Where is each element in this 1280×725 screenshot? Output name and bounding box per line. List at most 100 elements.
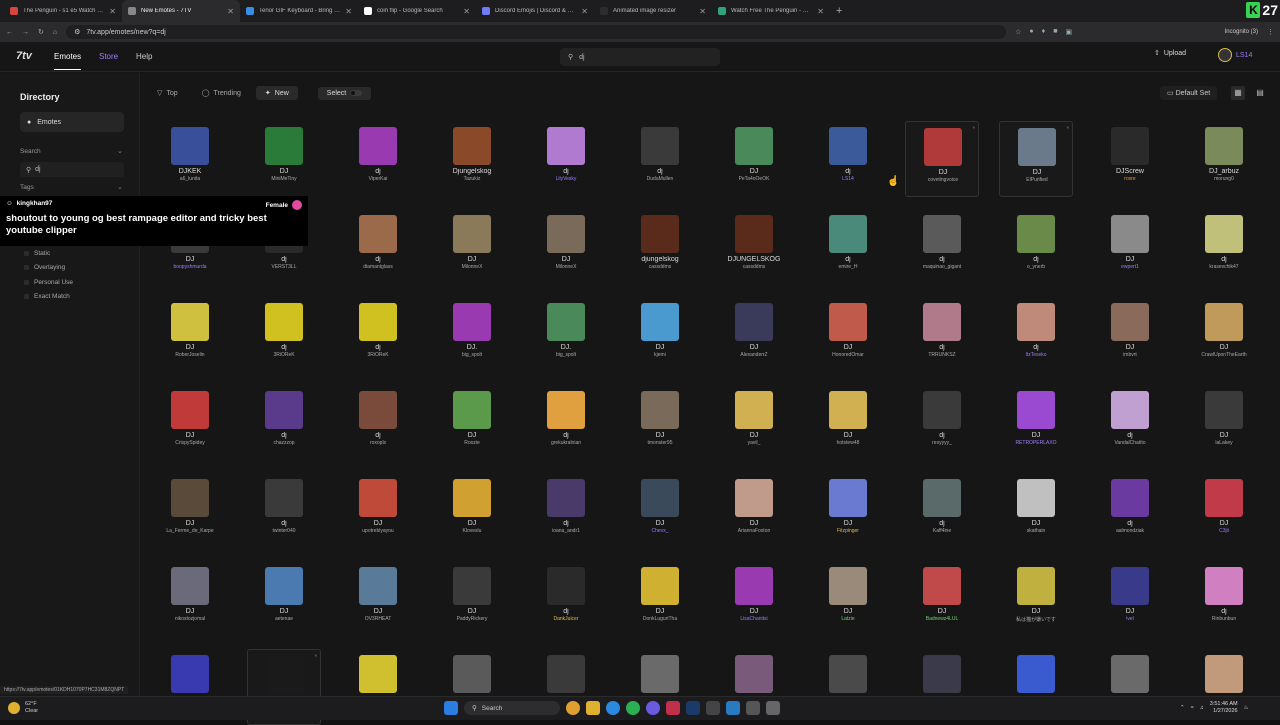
home-icon[interactable]: ⌂ (53, 29, 57, 36)
emote-card[interactable]: dj emire_H (811, 209, 885, 285)
emote-card[interactable]: dj roxopls (341, 385, 415, 461)
close-icon[interactable]: ✕ (699, 7, 706, 16)
emote-owner[interactable]: tmonster95 (617, 440, 703, 446)
emote-card[interactable]: DJ HonoredOmar (811, 297, 885, 373)
emote-owner[interactable]: Rinbunbun (1181, 616, 1267, 622)
emote-card[interactable]: dj grekukralnian (529, 385, 603, 461)
emote-owner[interactable]: DonkLuguriTha (617, 616, 703, 622)
emote-owner[interactable]: RoberJoselin (147, 352, 233, 358)
emote-card[interactable]: DJ RoberJoselin (153, 297, 227, 373)
spotify-icon[interactable] (626, 701, 640, 715)
checkbox[interactable] (24, 294, 29, 299)
extension-icon[interactable]: ♦ (1042, 28, 1046, 36)
filter-personal-use[interactable]: Personal Use (24, 279, 73, 286)
emote-owner[interactable]: ElPurified (994, 177, 1080, 183)
emote-owner[interactable]: maquinao_gigant (899, 264, 985, 270)
emote-owner[interactable]: Chevx_ (617, 528, 703, 534)
emote-card[interactable]: djungelskog cassddms (623, 209, 697, 285)
emote-card[interactable]: DJ laLakey (1187, 385, 1261, 461)
edge-icon[interactable] (606, 701, 620, 715)
emote-owner[interactable]: TRRUNKSZ (899, 352, 985, 358)
emote-owner[interactable]: LilyVesky (523, 176, 609, 182)
emote-card[interactable]: DJ CrispySpidey (153, 385, 227, 461)
nav-emotes[interactable]: Emotes (54, 52, 82, 70)
volume-icon[interactable]: ♫ (1200, 705, 1204, 711)
emote-card[interactable]: ♦ DJ covetingvoice (905, 121, 979, 197)
chrome-icon[interactable] (566, 701, 580, 715)
chevron-down-icon[interactable]: ⌄ (117, 147, 123, 155)
emote-owner[interactable]: AlexanderrZ (711, 352, 797, 358)
emote-card[interactable]: DJ MilonneX (435, 209, 509, 285)
emote-owner[interactable]: roxre (1087, 176, 1173, 182)
emote-owner[interactable]: morung0 (1181, 176, 1267, 182)
emote-owner[interactable]: 3RiOReK (241, 352, 327, 358)
emote-card[interactable]: DJ kjemi (623, 297, 697, 373)
filter-exact-match[interactable]: Exact Match (24, 293, 70, 300)
emote-card[interactable]: DJ hotstew48 (811, 385, 885, 461)
nav-store[interactable]: Store (99, 52, 118, 61)
menu-dots-icon[interactable]: ⋮ (1267, 28, 1274, 36)
emote-card[interactable]: dj TRRUNKSZ (905, 297, 979, 373)
emote-card[interactable]: DJ tmonster95 (623, 385, 697, 461)
emote-card[interactable]: DJ DonkLuguriTha (623, 561, 697, 637)
emote-owner[interactable]: RETROPERLAXO (993, 440, 1079, 446)
browser-tab[interactable]: The Penguin - s1 e5 Watch Fre ✕ (4, 0, 122, 22)
emote-owner[interactable]: hotstew48 (805, 440, 891, 446)
emote-card[interactable]: DJ. big_spolt (435, 297, 509, 373)
windows-start-icon[interactable] (444, 701, 458, 715)
emote-owner[interactable]: roxopls (335, 440, 421, 446)
url-field[interactable]: ⚙ 7tv.app/emotes/new?q=dj (66, 25, 1007, 39)
emote-owner[interactable]: aetenae (241, 616, 327, 622)
chevron-down-icon[interactable]: ⌄ (117, 183, 123, 191)
emote-owner[interactable]: ioana_andr1 (523, 528, 609, 534)
forward-icon[interactable]: → (22, 29, 29, 36)
checkbox[interactable] (24, 251, 29, 256)
emote-card[interactable]: dj o_ynerb (999, 209, 1073, 285)
tab-top[interactable]: ▽ Top (148, 86, 187, 100)
emote-owner[interactable]: imbvrt (1087, 352, 1173, 358)
browser-tab[interactable]: Discord Emojis | Discord & Slac ✕ (476, 0, 594, 22)
emote-owner[interactable]: Tazukiz (429, 176, 515, 182)
emote-owner[interactable]: CrawlUponTheEarth (1181, 352, 1267, 358)
emote-owner[interactable]: LisaChanitsi (711, 616, 797, 622)
emote-card[interactable]: DJ_arbuz morung0 (1187, 121, 1261, 197)
emote-owner[interactable]: cassddms (711, 264, 797, 270)
clock[interactable]: 3:51:46 AM 1/27/2026 (1210, 701, 1238, 715)
tab-trending[interactable]: ◯ Trending (193, 86, 250, 100)
emote-owner[interactable]: 3RiOReK (335, 352, 421, 358)
nav-help[interactable]: Help (136, 52, 152, 61)
emote-card[interactable]: dj aalmondziak (1093, 473, 1167, 549)
emote-card[interactable]: dj LS14 (811, 121, 885, 197)
emote-owner[interactable]: Kaff4ine (899, 528, 985, 534)
emote-card[interactable]: dj rexyyyy_ (905, 385, 979, 461)
emote-owner[interactable]: DudaMullen (617, 176, 703, 182)
emote-owner[interactable]: ItzTeseko (993, 352, 1079, 358)
emote-card[interactable]: DJ MilonneX (529, 209, 603, 285)
emote-card[interactable]: DJ CrawlUponTheEarth (1187, 297, 1261, 373)
emote-card[interactable]: dj ItzTeseko (999, 297, 1073, 373)
emote-card[interactable]: DJ yavil_ (717, 385, 791, 461)
emote-card[interactable]: dj Rinbunbun (1187, 561, 1261, 637)
emote-owner[interactable]: grekukralnian (523, 440, 609, 446)
close-icon[interactable]: ✕ (345, 7, 352, 16)
emote-owner[interactable]: nikostozjomal (147, 616, 233, 622)
media-icon[interactable] (706, 701, 720, 715)
sidebar-item-emotes[interactable]: ● Emotes (20, 112, 124, 132)
emote-owner[interactable]: a6_lunita (147, 176, 233, 182)
filter-overlaying[interactable]: Overlaying (24, 264, 65, 271)
emote-card[interactable]: DJ RETROPERLAXO (999, 385, 1073, 461)
sidebar-search-input[interactable]: ⚲ dj (20, 162, 124, 177)
emote-card[interactable]: DJ C3jii (1187, 473, 1261, 549)
emote-card[interactable]: dj DankJuicer (529, 561, 603, 637)
emote-owner[interactable]: o_ynerb (993, 264, 1079, 270)
checkbox[interactable] (24, 280, 29, 285)
browser-tab[interactable]: coin flip - Google Search ✕ (358, 0, 476, 22)
reload-icon[interactable]: ↻ (38, 28, 44, 36)
emote-card[interactable]: dj 3RiOReK (341, 297, 415, 373)
puzzle-icon[interactable]: ▣ (1065, 28, 1072, 36)
emote-card[interactable]: DJ Fitzpinger (811, 473, 885, 549)
emote-card[interactable]: Djungelskog Tazukiz (435, 121, 509, 197)
filter-static[interactable]: Static (24, 250, 50, 257)
close-icon[interactable]: ✕ (581, 7, 588, 16)
default-set-button[interactable]: ▭ Default Set (1160, 86, 1218, 100)
